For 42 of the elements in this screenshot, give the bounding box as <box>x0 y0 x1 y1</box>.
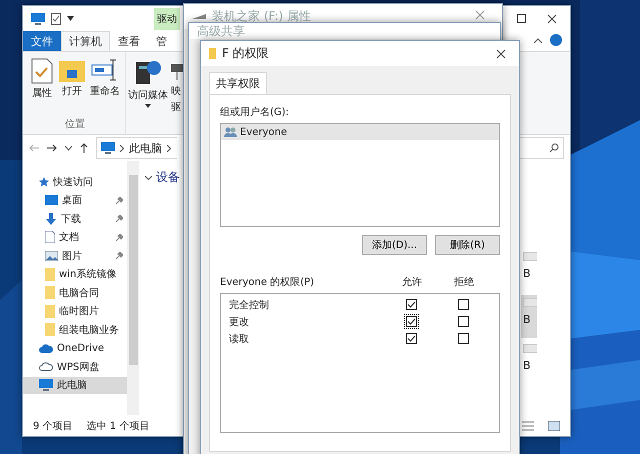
drive-tile[interactable]: B <box>521 341 537 384</box>
nav-item[interactable]: 桌面 <box>23 192 127 209</box>
nav-item[interactable]: 快速访问 <box>23 173 127 190</box>
window-title: 装机之家 (F:) 属性 <box>212 8 312 25</box>
ribbon-button[interactable]: 打开 <box>57 56 87 117</box>
column-header: 允许 <box>401 276 423 289</box>
ribbon-button[interactable]: 访问媒体 <box>126 56 170 134</box>
context-tab[interactable]: 驱动 <box>154 8 180 30</box>
status-text: 9 个项目 <box>33 420 73 432</box>
permission-name: 读取 <box>229 332 250 346</box>
dialog-button[interactable]: 添加(D)... <box>362 235 427 255</box>
window-title: 高级共享 <box>197 23 245 40</box>
ribbon-tab[interactable]: 文件 <box>23 31 61 51</box>
column-header: 拒绝 <box>453 276 475 289</box>
permission-name: 完全控制 <box>229 298 270 312</box>
permissions-label: Everyone 的权限(P) <box>220 276 316 289</box>
section-heading[interactable]: 设备 <box>145 169 180 186</box>
permission-name: 更改 <box>229 316 250 328</box>
nav-item[interactable]: 电脑合同 <box>23 284 127 302</box>
ribbon-button[interactable]: 属性 <box>27 56 57 117</box>
nav-item[interactable]: 下载 <box>23 210 127 228</box>
user-row[interactable]: Everyone <box>221 124 499 140</box>
ribbon-button[interactable]: 映 驱 <box>170 56 182 134</box>
group-label: 组或用户名(G): <box>220 106 290 119</box>
nav-item[interactable]: 组装电脑业务 <box>23 321 127 338</box>
nav-item[interactable]: 临时图片 <box>23 302 127 320</box>
ribbon-tab[interactable]: 计算机 <box>61 31 110 51</box>
address-bar[interactable]: 此电脑 <box>96 137 177 159</box>
nav-item[interactable]: WPS网盘 <box>23 358 127 376</box>
group-label: 位置 <box>64 118 86 132</box>
nav-item[interactable]: win系统镜像 <box>23 266 127 283</box>
status-text: 选中 1 个项目 <box>86 420 150 432</box>
window-title: F 的权限 <box>222 45 269 62</box>
drive-tile[interactable]: B <box>521 249 537 292</box>
nav-item[interactable]: OneDrive <box>23 340 127 357</box>
nav-item[interactable]: 此电脑 <box>23 376 127 394</box>
drive-tile[interactable]: B <box>521 295 537 338</box>
dialog-button[interactable]: 删除(R) <box>435 235 500 255</box>
nav-item[interactable]: 文档 <box>23 228 127 246</box>
nav-item[interactable]: 图片 <box>23 247 127 264</box>
tab[interactable]: 共享权限 <box>209 72 267 94</box>
ribbon-button[interactable]: 重命名 <box>87 56 123 117</box>
